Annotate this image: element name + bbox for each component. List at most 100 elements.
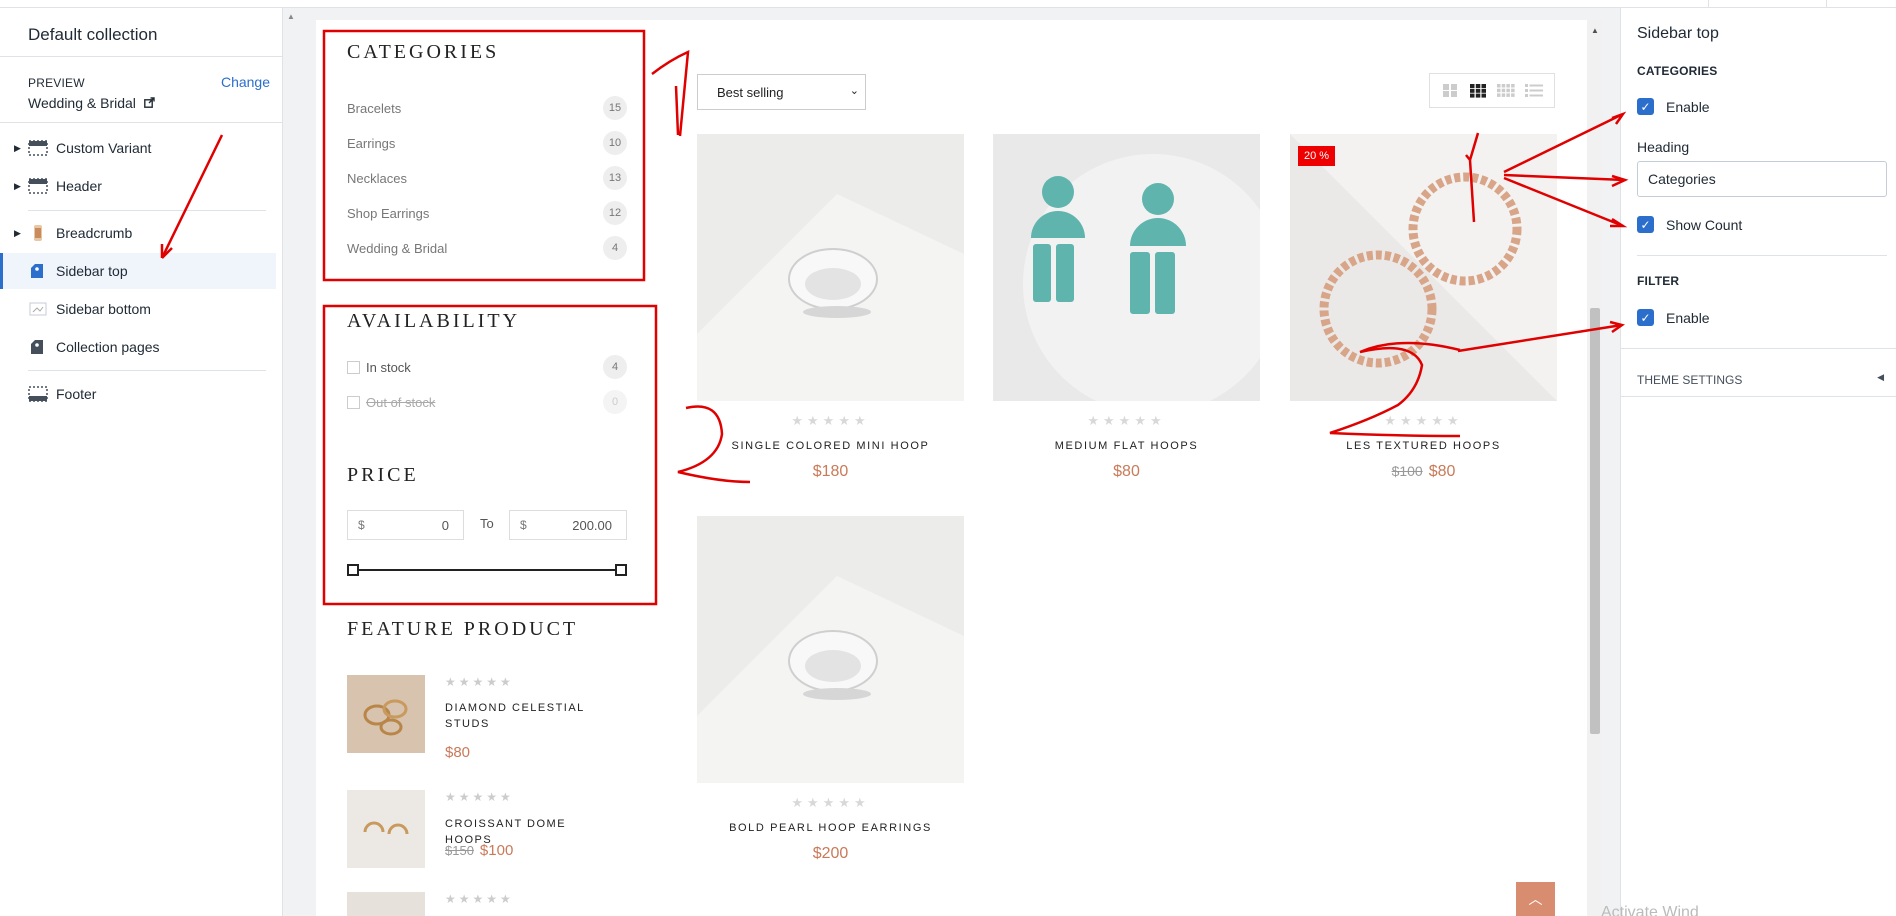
price-range-track[interactable] (352, 569, 622, 571)
checkbox[interactable] (347, 360, 360, 374)
product-price: $80 (993, 463, 1260, 481)
categories-section-title: CATEGORIES (1637, 64, 1718, 78)
price-current: $200 (812, 845, 849, 862)
section-custom-variant[interactable]: ▶ Custom Variant (0, 130, 276, 166)
scrollbar-thumb[interactable] (1590, 308, 1600, 734)
sort-select[interactable]: Best selling ⌄ (697, 74, 866, 110)
filter-section-title: FILTER (1637, 274, 1680, 288)
product-image[interactable] (697, 134, 964, 401)
grid-view-toggle[interactable] (1429, 73, 1555, 108)
checkbox[interactable] (347, 395, 360, 409)
section-sidebar-top[interactable]: Sidebar top (0, 253, 276, 289)
categories-enable-checkbox[interactable]: ✓ Enable (1637, 98, 1710, 115)
section-label: Breadcrumb (56, 225, 133, 241)
tag-icon (28, 338, 48, 356)
scroll-up-icon[interactable]: ▲ (287, 12, 295, 21)
availability-heading: AVAILABILITY (347, 310, 521, 332)
rating-stars: ★★★★★ (445, 675, 514, 689)
price-current: $180 (812, 463, 849, 480)
grid-4-icon[interactable] (1497, 83, 1515, 98)
preview-scrollbar[interactable]: ▲ (1587, 20, 1603, 916)
checkmark-icon[interactable]: ✓ (1637, 216, 1654, 233)
filter-enable-checkbox[interactable]: ✓ Enable (1637, 309, 1710, 326)
caret-right-icon[interactable]: ▶ (14, 181, 21, 192)
checkmark-icon[interactable]: ✓ (1637, 309, 1654, 326)
top-bar-divider (1826, 0, 1827, 8)
category-count: 12 (603, 201, 627, 225)
chevron-up-icon: ︿ (1528, 891, 1543, 907)
feature-product-image[interactable] (347, 675, 425, 753)
product-image[interactable] (993, 134, 1260, 401)
caret-left-icon[interactable]: ◀ (1877, 372, 1884, 383)
section-footer[interactable]: Footer (0, 376, 276, 412)
availability-out-of-stock[interactable]: Out of stock 0 (347, 390, 627, 414)
scroll-up-icon[interactable]: ▲ (1591, 26, 1599, 35)
caret-right-icon[interactable]: ▶ (14, 143, 21, 154)
divider (0, 122, 283, 123)
product-name[interactable]: BOLD PEARL HOOP EARRINGS (697, 822, 964, 834)
price-range-min-handle[interactable] (347, 564, 359, 576)
change-link[interactable]: Change (221, 74, 270, 90)
price-min-input[interactable]: $0 (347, 510, 464, 540)
price-max-input[interactable]: $200.00 (509, 510, 627, 540)
divider (1621, 396, 1896, 397)
category-name: Wedding & Bridal (347, 240, 448, 256)
product-name[interactable]: LES TEXTURED HOOPS (1290, 440, 1557, 452)
divider (28, 210, 266, 211)
category-item[interactable]: Wedding & Bridal 4 (347, 236, 627, 260)
left-scrollbar[interactable]: ▲ (284, 8, 298, 916)
category-item[interactable]: Earrings 10 (347, 131, 627, 155)
divider (28, 370, 266, 371)
category-item[interactable]: Bracelets 15 (347, 96, 627, 120)
show-count-checkbox[interactable]: ✓ Show Count (1637, 216, 1742, 233)
rating-stars: ★★★★★ (445, 790, 514, 804)
section-header[interactable]: ▶ Header (0, 168, 276, 204)
theme-settings-link[interactable]: THEME SETTINGS (1637, 373, 1742, 387)
settings-panel: Sidebar top CATEGORIES ✓ Enable Heading ✓… (1601, 8, 1896, 916)
section-collection-pages[interactable]: Collection pages (0, 329, 276, 365)
product-name[interactable]: SINGLE COLORED MINI HOOP (697, 440, 964, 452)
rating-stars: ★★★★★ (1384, 413, 1463, 428)
price-current: $80 (445, 744, 471, 761)
category-name: Earrings (347, 135, 396, 151)
price-range-max-handle[interactable] (615, 564, 627, 576)
currency-symbol: $ (358, 518, 365, 532)
price-max-value: 200.00 (572, 517, 612, 533)
divider (1621, 348, 1896, 349)
collection-title: Default collection (28, 25, 158, 44)
availability-count: 0 (603, 390, 627, 414)
availability-in-stock[interactable]: In stock 4 (347, 355, 627, 379)
caret-right-icon[interactable]: ▶ (14, 228, 21, 239)
grid-2-icon[interactable] (1441, 83, 1459, 98)
section-breadcrumb[interactable]: ▶ Breadcrumb (0, 215, 276, 251)
category-item[interactable]: Necklaces 13 (347, 166, 627, 190)
product-image[interactable] (1290, 134, 1557, 401)
category-item[interactable]: Shop Earrings 12 (347, 201, 627, 225)
preview-value[interactable]: Wedding & Bridal (28, 95, 155, 111)
section-label: Sidebar top (56, 263, 128, 279)
feature-product-image[interactable] (347, 892, 425, 916)
external-link-icon[interactable] (144, 97, 155, 111)
checkbox-label: Enable (1666, 309, 1710, 326)
category-count: 10 (603, 131, 627, 155)
list-view-icon[interactable] (1525, 83, 1543, 98)
image-icon (28, 224, 48, 242)
chevron-down-icon: ⌄ (849, 85, 859, 97)
category-name: Necklaces (347, 170, 407, 186)
back-to-top-button[interactable]: ︿ (1516, 882, 1555, 916)
section-sidebar-bottom[interactable]: Sidebar bottom (0, 291, 276, 327)
availability-label: Out of stock (366, 394, 436, 410)
product-name[interactable]: MEDIUM FLAT HOOPS (993, 440, 1260, 452)
checkmark-icon[interactable]: ✓ (1637, 98, 1654, 115)
availability-label: In stock (366, 359, 411, 375)
grid-3-icon[interactable] (1469, 83, 1487, 98)
heading-label: Heading (1637, 139, 1690, 155)
currency-symbol: $ (520, 518, 527, 532)
feature-product-image[interactable] (347, 790, 425, 868)
feature-product-name[interactable]: DIAMOND CELESTIAL STUDS (445, 700, 615, 732)
preview-value-text: Wedding & Bridal (28, 95, 136, 111)
heading-input[interactable] (1637, 161, 1887, 197)
product-image[interactable] (697, 516, 964, 783)
price-heading: PRICE (347, 464, 419, 486)
price-current: $80 (1113, 463, 1140, 480)
